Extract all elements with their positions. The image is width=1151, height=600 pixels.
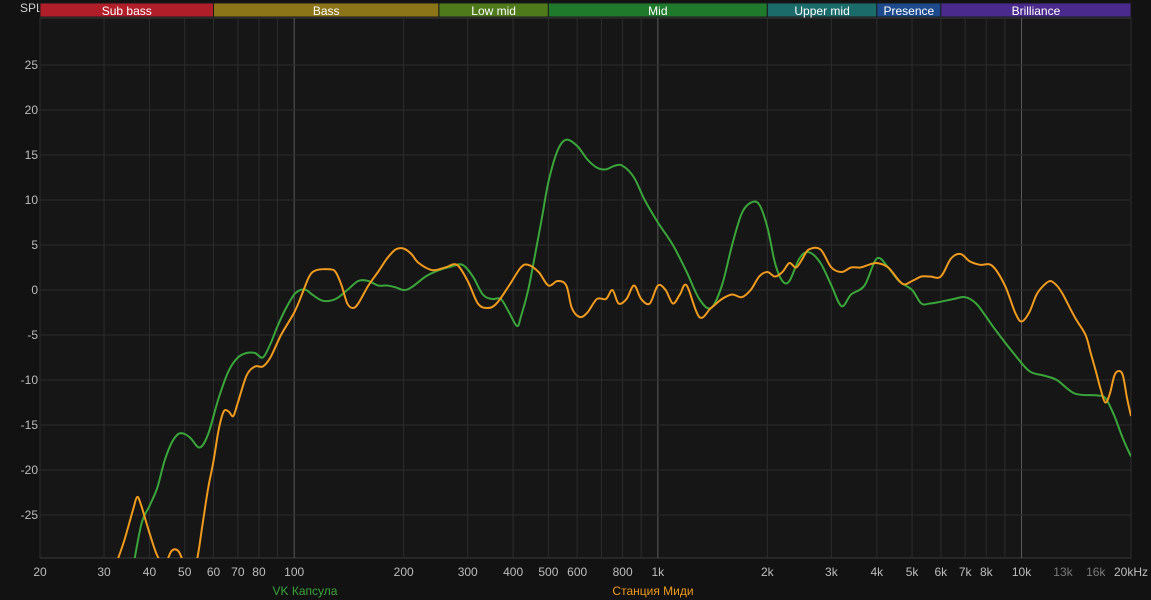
band-label: Upper mid xyxy=(794,4,849,18)
legend-entry[interactable]: Станция Миди xyxy=(612,584,693,598)
y-tick-label: 0 xyxy=(31,283,38,297)
x-tick-label: 70 xyxy=(231,565,245,579)
y-tick-label: -20 xyxy=(21,463,39,477)
x-tick-label: 30 xyxy=(97,565,111,579)
frequency-response-chart: SPL Sub bass Bass Low mid Mid Upper mid Prese… xyxy=(0,0,1151,600)
band-label: Mid xyxy=(648,4,667,18)
x-tick-label: 3k xyxy=(825,565,839,579)
x-tick-label: 1k xyxy=(652,565,666,579)
x-tick-label: 600 xyxy=(567,565,587,579)
x-tick-label: 7k xyxy=(959,565,973,579)
y-tick-label: -25 xyxy=(21,508,39,522)
x-tick-label: 4k xyxy=(870,565,884,579)
band-upper-mid[interactable]: Upper mid xyxy=(766,2,878,18)
x-tick-label: 20 xyxy=(33,565,47,579)
y-tick-label: 20 xyxy=(25,103,39,117)
x-tick-label: 40 xyxy=(143,565,157,579)
y-tick-label: -15 xyxy=(21,418,39,432)
band-label: Low mid xyxy=(471,4,516,18)
legend-entry[interactable]: VK Капсула xyxy=(273,584,338,598)
y-tick-label: 25 xyxy=(25,58,39,72)
x-tick-label: 13k xyxy=(1053,565,1073,579)
x-tick-label: 80 xyxy=(252,565,266,579)
band-label: Sub bass xyxy=(102,4,152,18)
band-mid[interactable]: Mid xyxy=(547,2,768,18)
x-tick-label: 10k xyxy=(1012,565,1032,579)
frequency-bands: Sub bass Bass Low mid Mid Upper mid Presence B… xyxy=(39,2,1132,18)
band-low-mid[interactable]: Low mid xyxy=(438,2,549,18)
y-tick-label: -10 xyxy=(21,373,39,387)
x-tick-label: 300 xyxy=(458,565,478,579)
band-sub-bass[interactable]: Sub bass xyxy=(39,2,215,18)
y-tick-label: 5 xyxy=(31,238,38,252)
x-tick-label: 200 xyxy=(394,565,414,579)
band-bass[interactable]: Bass xyxy=(213,2,440,18)
x-tick-label: 6k xyxy=(935,565,949,579)
y-tick-label: -5 xyxy=(27,328,38,342)
band-presence[interactable]: Presence xyxy=(876,2,942,18)
x-tick-label: 800 xyxy=(613,565,633,579)
band-label: Bass xyxy=(313,4,340,18)
band-label: Presence xyxy=(883,4,934,18)
x-tick-label: 8k xyxy=(980,565,994,579)
x-tick-label: 50 xyxy=(178,565,192,579)
band-label: Brilliance xyxy=(1012,4,1061,18)
x-tick-label: 400 xyxy=(503,565,523,579)
x-tick-label: 100 xyxy=(284,565,304,579)
plot-area xyxy=(39,17,1132,559)
x-tick-label: 20kHz xyxy=(1114,565,1148,579)
x-tick-label: 5k xyxy=(906,565,920,579)
band-brilliance[interactable]: Brilliance xyxy=(940,2,1132,18)
x-tick-label: 60 xyxy=(207,565,221,579)
x-tick-label: 2k xyxy=(761,565,775,579)
y-tick-label: 10 xyxy=(25,193,39,207)
x-tick-label: 500 xyxy=(538,565,558,579)
y-tick-label: 15 xyxy=(25,148,39,162)
x-tick-label: 16k xyxy=(1086,565,1106,579)
